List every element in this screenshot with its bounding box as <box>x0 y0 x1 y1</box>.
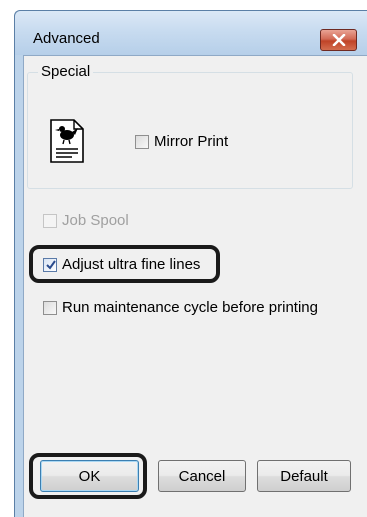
mirror-print-checkbox[interactable]: Mirror Print <box>135 133 228 150</box>
job-spool-box[interactable] <box>43 213 57 228</box>
run-maintenance-label: Run maintenance cycle before printing <box>62 299 318 316</box>
run-maintenance-box[interactable] <box>43 300 57 315</box>
adjust-ultra-fine-lines-checkbox[interactable]: Adjust ultra fine lines <box>43 256 200 273</box>
default-button[interactable]: Default <box>257 460 351 492</box>
cancel-button[interactable]: Cancel <box>158 460 246 492</box>
mirror-print-box[interactable] <box>135 134 149 149</box>
special-group-label: Special <box>38 63 94 80</box>
adjust-ultra-fine-lines-label: Adjust ultra fine lines <box>62 256 201 273</box>
checkmark-icon <box>46 259 56 270</box>
job-spool-label: Job Spool <box>62 212 129 229</box>
window-title: Advanced <box>33 30 100 47</box>
title-bar[interactable]: Advanced <box>15 11 367 55</box>
run-maintenance-checkbox[interactable]: Run maintenance cycle before printing <box>43 299 318 316</box>
adjust-ultra-fine-lines-box[interactable] <box>43 257 57 272</box>
ok-button[interactable]: OK <box>40 460 139 492</box>
printer-mirror-icon <box>50 119 84 163</box>
close-button[interactable] <box>320 29 357 51</box>
mirror-print-label: Mirror Print <box>154 133 229 150</box>
close-icon <box>332 34 345 46</box>
job-spool-checkbox[interactable]: Job Spool <box>43 212 129 229</box>
